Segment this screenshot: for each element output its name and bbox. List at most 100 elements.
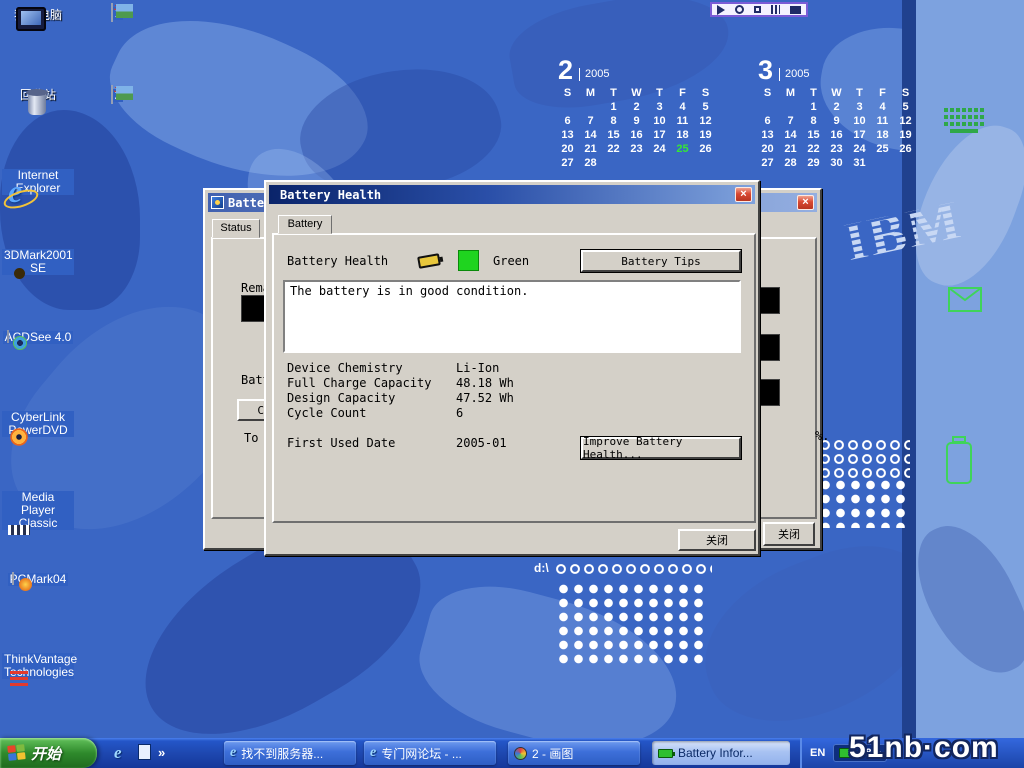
battery-wallpaper-icon: [944, 436, 974, 486]
desktop-icon-powerdvd[interactable]: CyberLink PowerDVD: [2, 408, 74, 439]
calendar-cell: 1: [602, 100, 625, 114]
calendar-grid: SMTWTFS123456789101112131415161718192021…: [756, 86, 917, 170]
condition-textbox[interactable]: The battery is in good condition.: [283, 280, 741, 353]
close-button[interactable]: 关闭: [678, 529, 756, 551]
field-label: Full Charge Capacity: [287, 376, 432, 390]
calendar-cell: [756, 100, 779, 114]
close-icon[interactable]: ×: [735, 187, 752, 202]
field-value: 47.52 Wh: [456, 391, 514, 405]
calendar-cell: 21: [779, 142, 802, 156]
calendar-cell: 14: [579, 128, 602, 142]
calendar-cell: 6: [556, 114, 579, 128]
calendar-cell: 9: [825, 114, 848, 128]
icon-label: 3DMark2001 SE: [2, 249, 74, 275]
start-label: 开始: [31, 743, 61, 764]
taskbar-task-server-not-found[interactable]: e 找不到服务器...: [224, 741, 356, 765]
ie-icon: e: [370, 745, 376, 761]
calendar-cell: S: [756, 86, 779, 100]
jpg-file-icon: [111, 85, 113, 104]
calendar-cell: 19: [694, 128, 717, 142]
calendar-cell: 26: [694, 142, 717, 156]
calendar-cell: 10: [848, 114, 871, 128]
desktop-icon-recycle-bin[interactable]: 回收站: [2, 86, 74, 104]
icon-label: PCMark04: [8, 573, 69, 586]
close-icon[interactable]: ×: [797, 195, 814, 210]
desktop-file-2[interactable]: 2: [81, 86, 153, 104]
quick-launch-ie-icon[interactable]: e: [114, 744, 122, 762]
calendar-cell: 5: [694, 100, 717, 114]
calendar-cell: 22: [802, 142, 825, 156]
close-button[interactable]: 关闭: [763, 522, 815, 546]
field-value: Li-Ion: [456, 361, 499, 375]
calendar-cell: 11: [671, 114, 694, 128]
desktop-icon-thinkvantage[interactable]: ThinkVantage Technologies: [2, 650, 74, 681]
field-label: Cycle Count: [287, 406, 366, 420]
language-indicator[interactable]: EN: [810, 747, 825, 759]
paint-icon: [514, 747, 527, 760]
taskbar-task-forum[interactable]: e 专门网论坛 - ...: [364, 741, 496, 765]
tab-battery[interactable]: Battery: [278, 215, 332, 234]
envelope-icon: [948, 287, 982, 312]
calendar-cell: 17: [648, 128, 671, 142]
desktop-icon-my-computer[interactable]: 我的电脑: [2, 6, 74, 24]
calendar-cell: 30: [825, 156, 848, 170]
calendar-cell: 28: [579, 156, 602, 170]
calendar-cell: 15: [802, 128, 825, 142]
calendar-cell: 13: [556, 128, 579, 142]
desktop-icon-media-player-classic[interactable]: Media Player Classic: [2, 488, 74, 532]
calendar-cell: 22: [602, 142, 625, 156]
calendar-cell: 3: [648, 100, 671, 114]
calendar-cell: 18: [671, 128, 694, 142]
tab-status[interactable]: Status: [212, 219, 260, 238]
desktop-file-1[interactable]: 1: [81, 4, 153, 22]
osd-keyboard-icon[interactable]: [790, 6, 801, 14]
dialog-titlebar[interactable]: Battery Health ×: [269, 185, 755, 204]
percent-label: %.: [815, 429, 829, 443]
desktop-icon-3dmark[interactable]: 3DMark2001 SE: [2, 246, 74, 277]
calendar-cell: 21: [579, 142, 602, 156]
calendar-cell: 31: [848, 156, 871, 170]
quick-launch-desktop-icon[interactable]: [138, 744, 151, 760]
calendar-cell: 1: [802, 100, 825, 114]
calendar-cell: 10: [648, 114, 671, 128]
desktop-icon-pcmark[interactable]: PCMark04: [2, 570, 74, 588]
calendar-cell: S: [894, 86, 917, 100]
improve-battery-health-button[interactable]: Improve Battery Health...: [581, 437, 741, 459]
calendar-cell: F: [871, 86, 894, 100]
calendar-cell: [556, 100, 579, 114]
battery-health-label: Battery Health: [287, 254, 388, 268]
osd-speaker-icon[interactable]: [717, 5, 725, 15]
calendar-cell: 24: [648, 142, 671, 156]
calendar-cell: 15: [602, 128, 625, 142]
field-value: 2005-01: [456, 436, 507, 450]
desktop: 2 2005 SMTWTFS12345678910111213141516171…: [0, 0, 1024, 768]
calendar-cell: 8: [802, 114, 825, 128]
osd-volume-icon[interactable]: [735, 5, 744, 14]
calendar-cell: 24: [848, 142, 871, 156]
wallpaper-shape: [0, 110, 140, 310]
desktop-icon-acdsee[interactable]: ACDSee 4.0: [2, 328, 74, 346]
quick-launch-expand-icon[interactable]: »: [158, 744, 165, 762]
taskbar-task-paint[interactable]: 2 - 画图: [508, 741, 640, 765]
calendar-cell: 18: [871, 128, 894, 142]
desktop-icon-internet-explorer[interactable]: Internet Explorer: [2, 166, 74, 197]
calendar-cell: 26: [894, 142, 917, 156]
calendar-cell: 8: [602, 114, 625, 128]
battery-health-dialog[interactable]: Battery Health × Battery Battery Health …: [264, 180, 760, 556]
calendar-cell: 4: [671, 100, 694, 114]
osd-display-icon[interactable]: [754, 6, 761, 13]
calendar-cell: 14: [779, 128, 802, 142]
osd-brightness-icon[interactable]: [771, 5, 780, 14]
health-status-text: Green: [493, 254, 529, 268]
calendar-month-number: 3: [758, 57, 773, 83]
ie-icon: e: [230, 745, 236, 761]
calendar-cell: [694, 156, 717, 170]
dot-pattern: [818, 478, 910, 528]
taskbar-task-battery-information[interactable]: Battery Infor...: [652, 741, 790, 765]
calendar-cell: 19: [894, 128, 917, 142]
windows-logo-icon: [7, 744, 26, 762]
start-button[interactable]: 开始: [0, 738, 97, 768]
calendar-cell: 4: [871, 100, 894, 114]
osd-toolbar: [710, 2, 808, 17]
battery-tips-button[interactable]: Battery Tips: [581, 250, 741, 272]
